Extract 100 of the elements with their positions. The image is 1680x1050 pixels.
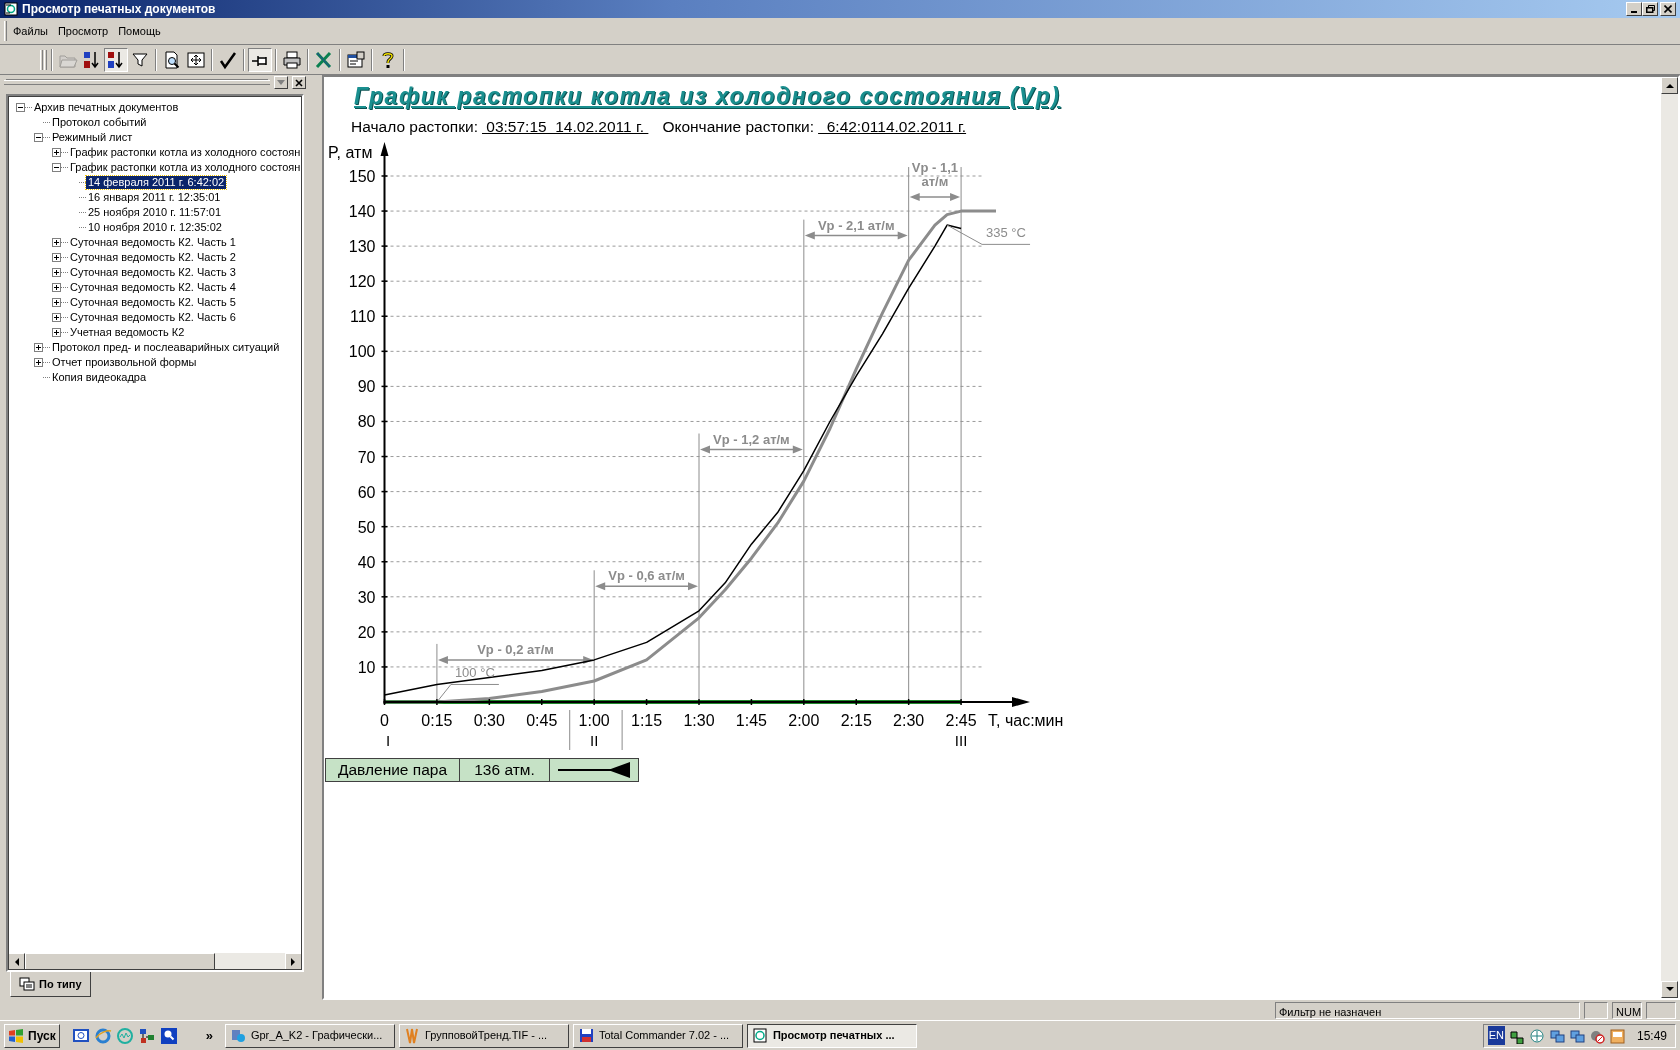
taskbar-button[interactable]: Просмотр печатных ... — [746, 1023, 917, 1048]
chart-title: График растопки котла из холодного состояния (Vp) — [353, 82, 1062, 111]
more-button[interactable]: » — [205, 1025, 213, 1046]
axis-tick-label: 30 — [357, 588, 376, 606]
axis-tick-label: 1:30 — [683, 711, 715, 729]
desktop-icon[interactable] — [71, 1026, 90, 1045]
panel-tab[interactable]: По типу — [10, 972, 91, 997]
axis-tick-label: 0 — [380, 711, 389, 729]
document-icon[interactable] — [1608, 1027, 1625, 1044]
close-icon — [295, 78, 303, 87]
windows-flag-icon — [8, 1028, 24, 1043]
tree-item[interactable]: Протокол событий — [50, 116, 149, 129]
close-button[interactable] — [292, 76, 306, 89]
taskbar-button[interactable]: Gpr_A_K2 - Графически... — [224, 1023, 395, 1048]
expand-icon[interactable] — [52, 283, 61, 292]
program-icon — [229, 1027, 247, 1044]
reference-line — [436, 643, 438, 700]
down-arrow-icon — [1665, 987, 1674, 992]
search-icon[interactable] — [159, 1026, 178, 1045]
rate-label: Vp - 1,2 ат/м — [713, 431, 790, 447]
menu-item[interactable]: Просмотр — [52, 20, 114, 42]
restore-icon — [1645, 5, 1655, 13]
axis-tick-label: 120 — [348, 272, 376, 290]
tree-item[interactable]: Копия видеокадра — [50, 371, 149, 384]
scroll-right-button[interactable] — [285, 953, 302, 970]
language-indicator[interactable]: EN — [1487, 1026, 1505, 1045]
axis-title: Т, час:мин — [988, 711, 1064, 729]
tree-item[interactable]: 14 февраля 2011 г. 6:42:02 — [86, 176, 227, 189]
axis-tick-label: 2:30 — [893, 711, 925, 729]
toolbar-button[interactable] — [104, 47, 128, 72]
status-pane — [1646, 1001, 1676, 1019]
scroll-up-button[interactable] — [1661, 77, 1678, 94]
collapse-icon[interactable] — [16, 103, 25, 112]
axis-tick-label: 20 — [357, 623, 376, 641]
collapse-icon[interactable] — [52, 163, 61, 172]
stage-label: I — [385, 731, 391, 749]
axis-tick-label: 60 — [357, 483, 376, 501]
axis-tick-label: 130 — [348, 237, 376, 255]
taskbar-button[interactable]: ГрупповойТренд.TIF - ... — [398, 1023, 569, 1048]
expand-icon[interactable] — [34, 358, 43, 367]
tree-item[interactable]: График растопки котла из холодного состоян — [68, 161, 302, 174]
close-icon — [1664, 5, 1672, 13]
computers-icon[interactable] — [1568, 1027, 1585, 1044]
axis-tick-label: 50 — [357, 518, 376, 536]
line-arrow-icon — [556, 760, 632, 779]
network-icon[interactable] — [137, 1026, 156, 1045]
minimize-button[interactable] — [1626, 2, 1642, 16]
expand-icon[interactable] — [52, 253, 61, 262]
sort-ascending-icon — [82, 49, 102, 70]
expand-icon[interactable] — [52, 148, 61, 157]
axis-tick-label: 2:15 — [840, 711, 872, 729]
tree-item[interactable]: Суточная ведомость К2. Часть 2 — [68, 251, 238, 264]
expand-icon[interactable] — [34, 343, 43, 352]
tree-item[interactable]: Суточная ведомость К2. Часть 1 — [68, 236, 238, 249]
axis-tick-label: 110 — [350, 308, 376, 325]
taskbar-button[interactable]: Total Commander 7.02 - ... — [572, 1023, 743, 1048]
expand-icon[interactable] — [52, 313, 61, 322]
right-arrow-icon — [291, 957, 296, 966]
scrollbar-thumb[interactable] — [25, 953, 215, 970]
menu-item[interactable]: Файлы — [8, 20, 53, 42]
tree-item[interactable]: Протокол пред- и послеаварийных ситуаций — [50, 341, 282, 354]
tree-item[interactable]: Режимный лист — [50, 131, 135, 144]
toolbar-button[interactable] — [248, 47, 272, 72]
left-arrow-icon — [14, 957, 19, 966]
start-button[interactable]: Пуск — [4, 1023, 60, 1048]
axis-tick-label: 0:30 — [473, 711, 505, 729]
scroll-down-button[interactable] — [1661, 981, 1678, 998]
expand-icon[interactable] — [52, 268, 61, 277]
tree-item[interactable]: 16 января 2011 г. 12:35:01 — [86, 191, 223, 204]
stage-bracket — [569, 709, 623, 751]
expand-icon[interactable] — [52, 328, 61, 337]
computers-icon[interactable] — [1548, 1027, 1565, 1044]
tree-item[interactable]: Суточная ведомость К2. Часть 4 — [68, 281, 238, 294]
scroll-left-button[interactable] — [8, 953, 25, 970]
leader-line — [436, 683, 500, 703]
axis-title: P, атм — [328, 143, 373, 161]
dropdown-button[interactable] — [274, 76, 288, 89]
tree-item[interactable]: График растопки котла из холодного состоян — [68, 146, 302, 159]
menu-item[interactable]: Помощь — [113, 20, 166, 42]
tree-item[interactable]: 10 ноября 2010 г. 12:35:02 — [86, 221, 224, 234]
spreadsheet-icon — [314, 49, 334, 70]
axis-tick-label: 90 — [357, 378, 376, 396]
expand-icon[interactable] — [52, 298, 61, 307]
collapse-icon[interactable] — [34, 133, 43, 142]
tree-item[interactable]: Суточная ведомость К2. Часть 3 — [68, 266, 238, 279]
dropdown-arrow-icon — [277, 80, 285, 85]
tree-item[interactable]: Архив печатных документов — [32, 101, 181, 114]
tree-item[interactable]: Отчет произвольной формы — [50, 356, 199, 369]
axis-tick-label: 2:45 — [945, 711, 977, 729]
axis-tick-label: 70 — [357, 448, 376, 466]
tree-item[interactable]: 25 ноября 2010 г. 11:57:01 — [86, 206, 224, 219]
axis-tick-label: 0:15 — [421, 711, 453, 729]
close-button[interactable] — [1660, 2, 1676, 16]
tree-item[interactable]: Суточная ведомость К2. Часть 5 — [68, 296, 238, 309]
expand-icon[interactable] — [52, 238, 61, 247]
tree-item[interactable]: Учетная ведомость К2 — [68, 326, 187, 339]
restore-button[interactable] — [1642, 2, 1658, 16]
tree-item[interactable]: Суточная ведомость К2. Часть 6 — [68, 311, 238, 324]
axis-tick-label: 1:15 — [631, 711, 663, 729]
stage-label: III — [954, 731, 968, 749]
